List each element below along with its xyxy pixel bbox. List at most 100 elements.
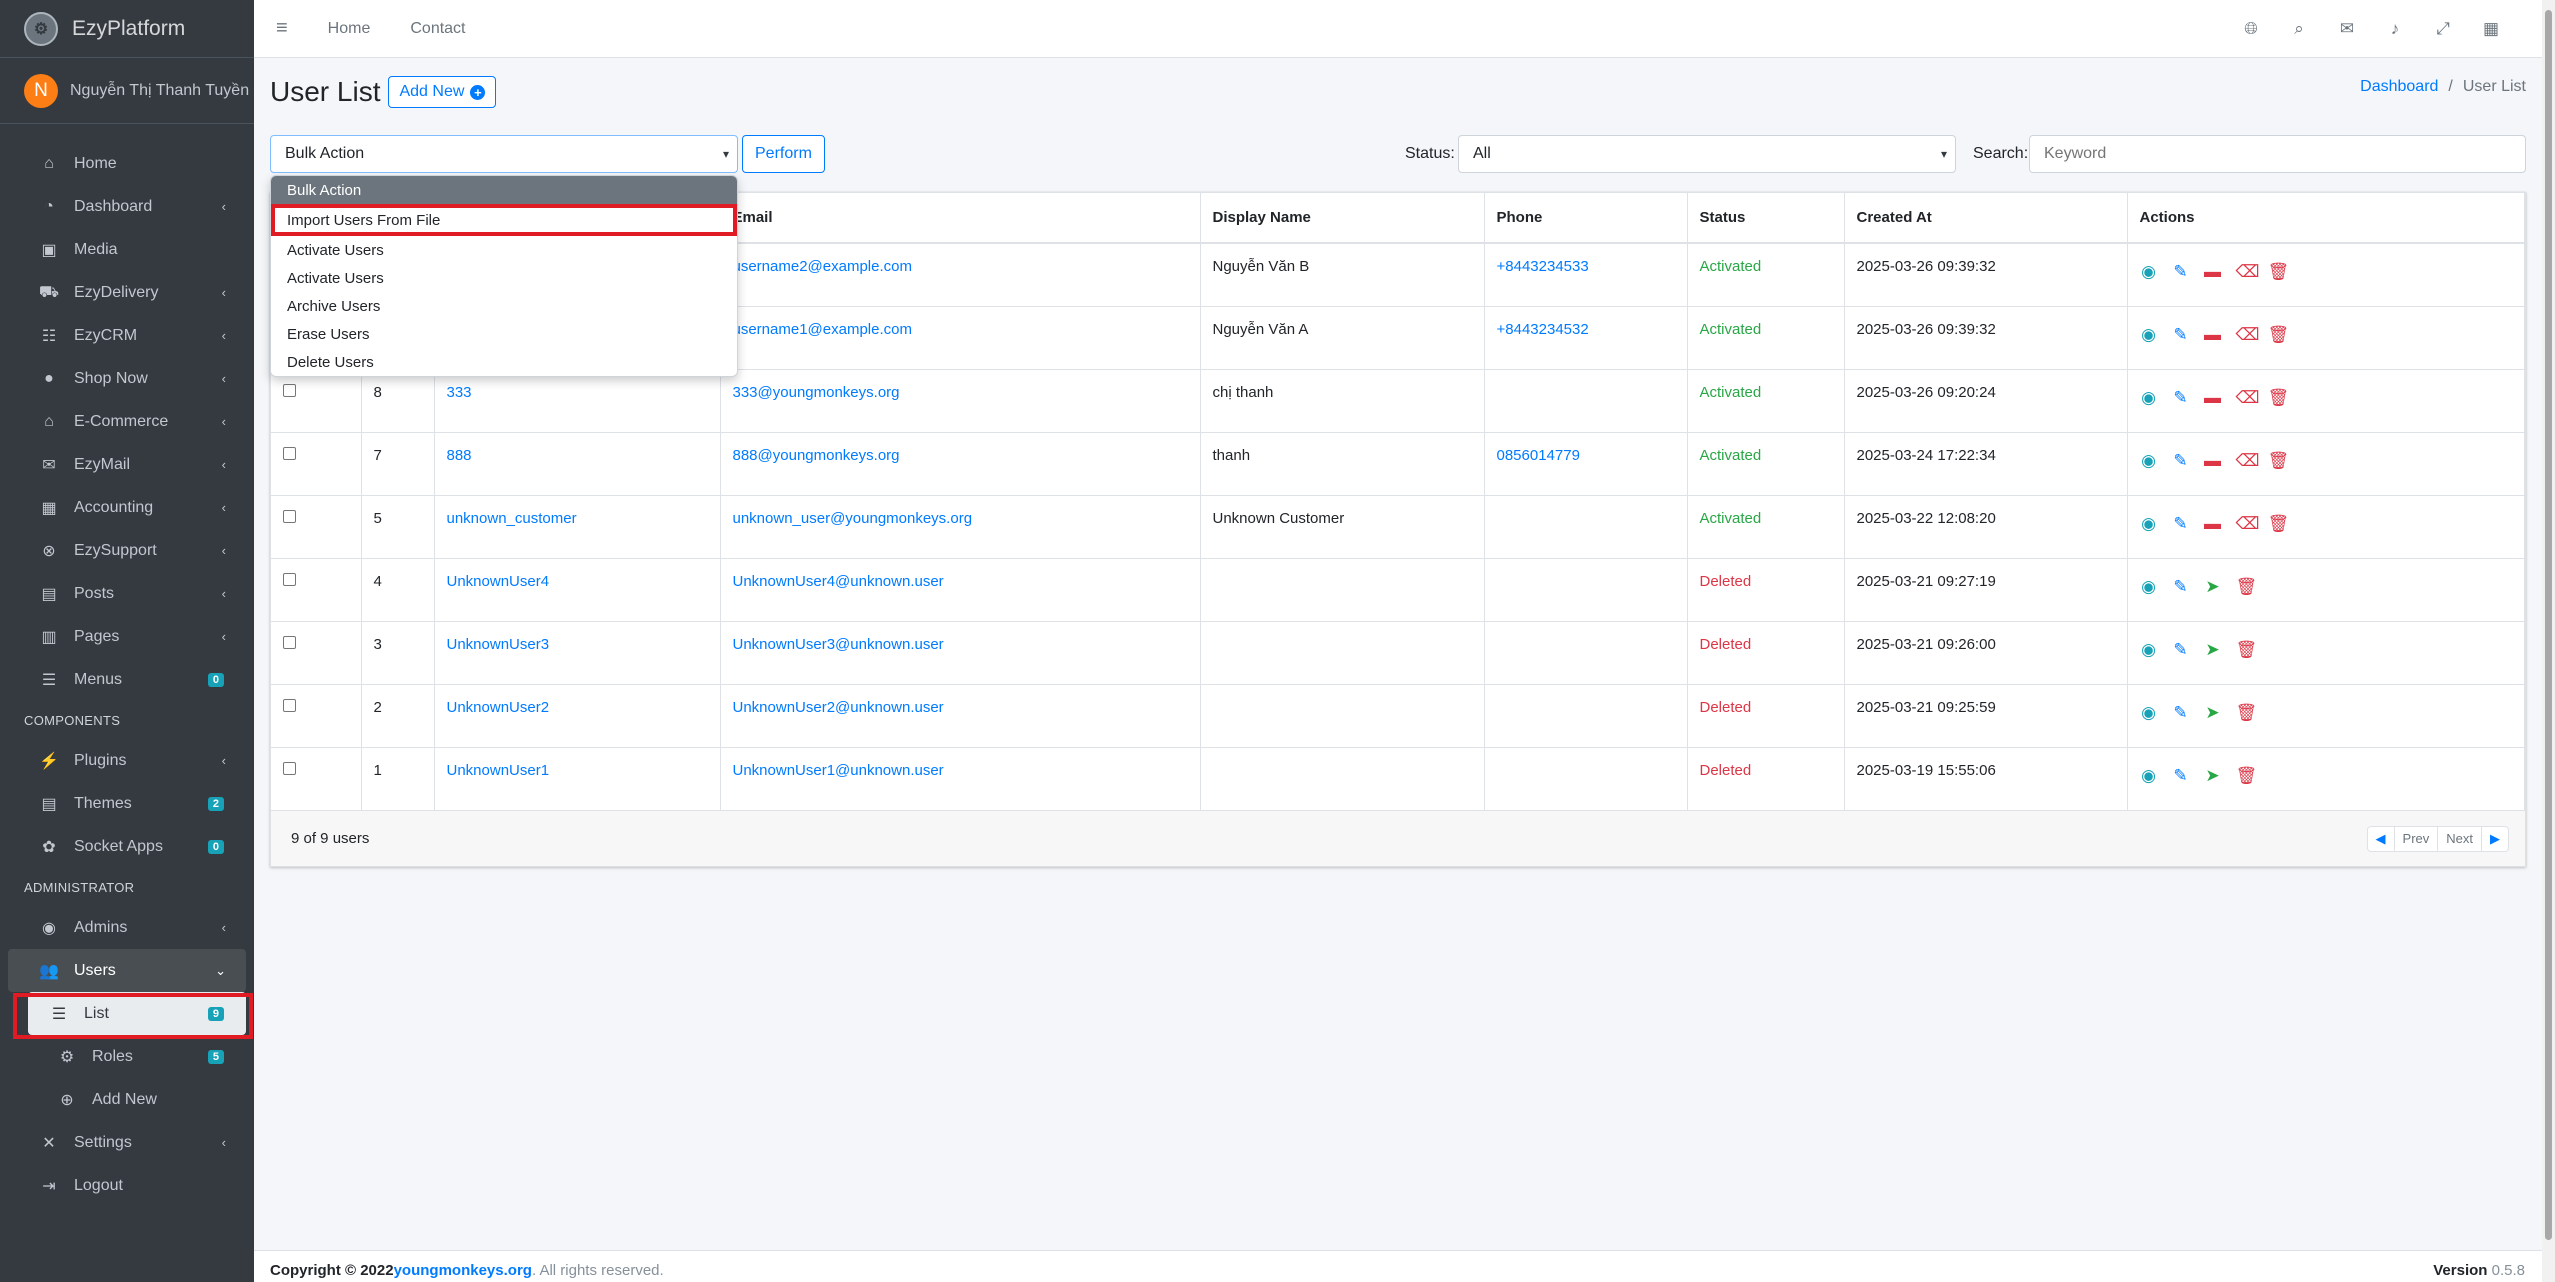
eraser-icon[interactable]: ⌫ bbox=[2236, 451, 2260, 471]
status-select[interactable]: All ▾ bbox=[1458, 135, 1956, 173]
edit-icon[interactable]: ✎ bbox=[2172, 262, 2190, 282]
row-checkbox[interactable] bbox=[283, 572, 296, 586]
eraser-icon[interactable]: ⌫ bbox=[2236, 325, 2260, 345]
sidebar-item-dashboard[interactable]: ◔ Dashboard ‹ bbox=[8, 185, 246, 228]
sidebar-item-users-add-new[interactable]: ⊕ Add New bbox=[8, 1078, 246, 1121]
next-button[interactable]: Next bbox=[2438, 826, 2482, 851]
username-link[interactable]: unknown_customer bbox=[447, 510, 577, 527]
sidebar-item-admins[interactable]: ◉ Admins ‹ bbox=[8, 906, 246, 949]
email-link[interactable]: username2@example.com bbox=[733, 258, 912, 275]
email-link[interactable]: UnknownUser4@unknown.user bbox=[733, 573, 944, 590]
username-link[interactable]: 888 bbox=[447, 447, 472, 464]
user-panel[interactable]: N Nguyễn Thị Thanh Tuyền bbox=[0, 58, 254, 124]
row-checkbox[interactable] bbox=[283, 635, 296, 649]
username-link[interactable]: UnknownUser1 bbox=[447, 762, 550, 779]
email-link[interactable]: unknown_user@youngmonkeys.org bbox=[733, 510, 973, 527]
globe-icon[interactable]: 🌐︎ bbox=[2227, 19, 2275, 39]
phone-link[interactable]: +8443234532 bbox=[1497, 321, 1589, 338]
restore-icon[interactable]: ➤ bbox=[2204, 766, 2222, 786]
nav-link-contact[interactable]: Contact bbox=[410, 20, 465, 38]
trash-icon[interactable]: 🗑︎ bbox=[2236, 577, 2258, 597]
row-checkbox[interactable] bbox=[283, 761, 296, 775]
dropdown-option[interactable]: Bulk Action bbox=[271, 176, 737, 204]
dropdown-option[interactable]: Import Users From File bbox=[271, 204, 737, 236]
page-scrollbar[interactable] bbox=[2542, 0, 2555, 1282]
hamburger-menu-icon[interactable]: ≡ bbox=[276, 17, 288, 40]
edit-icon[interactable]: ✎ bbox=[2172, 325, 2190, 345]
brand[interactable]: ⚙ EzyPlatform bbox=[0, 0, 254, 58]
sidebar-item-users-roles[interactable]: ⚙ Roles 5 bbox=[8, 1035, 246, 1078]
email-link[interactable]: UnknownUser2@unknown.user bbox=[733, 699, 944, 716]
sidebar-item-shop-now[interactable]: ● Shop Now ‹ bbox=[8, 357, 246, 400]
view-icon[interactable]: ◉ bbox=[2140, 262, 2158, 282]
phone-link[interactable]: 0856014779 bbox=[1497, 447, 1580, 464]
dropdown-option[interactable]: Delete Users bbox=[271, 348, 737, 376]
dropdown-option[interactable]: Erase Users bbox=[271, 320, 737, 348]
restore-icon[interactable]: ➤ bbox=[2204, 640, 2222, 660]
trash-icon[interactable]: 🗑︎ bbox=[2268, 388, 2290, 408]
last-page-icon[interactable]: ▶ bbox=[2482, 827, 2508, 851]
row-checkbox[interactable] bbox=[283, 509, 296, 523]
add-new-button[interactable]: Add New + bbox=[388, 76, 497, 108]
eraser-icon[interactable]: ⌫ bbox=[2236, 514, 2260, 534]
archive-icon[interactable]: ▬ bbox=[2204, 388, 2222, 408]
scrollbar-thumb[interactable] bbox=[2545, 10, 2552, 1240]
view-icon[interactable]: ◉ bbox=[2140, 451, 2158, 471]
edit-icon[interactable]: ✎ bbox=[2172, 388, 2190, 408]
edit-icon[interactable]: ✎ bbox=[2172, 640, 2190, 660]
sidebar-item-accounting[interactable]: ▦ Accounting ‹ bbox=[8, 486, 246, 529]
search-icon[interactable]: ⌕ bbox=[2275, 19, 2323, 39]
email-link[interactable]: 888@youngmonkeys.org bbox=[733, 447, 900, 464]
username-link[interactable]: UnknownUser4 bbox=[447, 573, 550, 590]
dropdown-option[interactable]: Activate Users bbox=[271, 264, 737, 292]
email-link[interactable]: username1@example.com bbox=[733, 321, 912, 338]
fullscreen-icon[interactable]: ⤢ bbox=[2419, 19, 2467, 39]
sidebar-item-socket-apps[interactable]: ✿ Socket Apps 0 bbox=[8, 825, 246, 868]
user-name[interactable]: Nguyễn Thị Thanh Tuyền bbox=[70, 82, 249, 100]
row-checkbox[interactable] bbox=[283, 383, 296, 397]
row-checkbox[interactable] bbox=[283, 698, 296, 712]
first-page-icon[interactable]: ◀ bbox=[2368, 826, 2395, 851]
dropdown-option[interactable]: Archive Users bbox=[271, 292, 737, 320]
view-icon[interactable]: ◉ bbox=[2140, 388, 2158, 408]
email-link[interactable]: 333@youngmonkeys.org bbox=[733, 384, 900, 401]
archive-icon[interactable]: ▬ bbox=[2204, 262, 2222, 282]
sidebar-item-ezysupport[interactable]: ⊗ EzySupport ‹ bbox=[8, 529, 246, 572]
trash-icon[interactable]: 🗑︎ bbox=[2268, 514, 2290, 534]
trash-icon[interactable]: 🗑︎ bbox=[2236, 766, 2258, 786]
sidebar-item-ezydelivery[interactable]: ⛟ EzyDelivery ‹ bbox=[8, 271, 246, 314]
view-icon[interactable]: ◉ bbox=[2140, 766, 2158, 786]
perform-button[interactable]: Perform bbox=[742, 135, 825, 173]
edit-icon[interactable]: ✎ bbox=[2172, 766, 2190, 786]
sidebar-item-posts[interactable]: ▤ Posts ‹ bbox=[8, 572, 246, 615]
col-created-at[interactable]: Created At bbox=[1844, 193, 2128, 244]
sidebar-item-users[interactable]: 👥 Users ⌄ bbox=[8, 949, 246, 992]
edit-icon[interactable]: ✎ bbox=[2172, 577, 2190, 597]
prev-button[interactable]: Prev bbox=[2395, 826, 2439, 851]
sidebar-item-ezymail[interactable]: ✉ EzyMail ‹ bbox=[8, 443, 246, 486]
sidebar-item-ezycrm[interactable]: ☷ EzyCRM ‹ bbox=[8, 314, 246, 357]
col-email[interactable]: Email bbox=[720, 193, 1201, 244]
search-input[interactable] bbox=[2029, 135, 2526, 173]
bell-icon[interactable]: ♪ bbox=[2371, 19, 2419, 39]
edit-icon[interactable]: ✎ bbox=[2172, 451, 2190, 471]
eraser-icon[interactable]: ⌫ bbox=[2236, 388, 2260, 408]
sidebar-item-e-commerce[interactable]: ⌂ E-Commerce ‹ bbox=[8, 400, 246, 443]
phone-link[interactable]: +8443234533 bbox=[1497, 258, 1589, 275]
username-link[interactable]: UnknownUser2 bbox=[447, 699, 550, 716]
view-icon[interactable]: ◉ bbox=[2140, 577, 2158, 597]
nav-link-home[interactable]: Home bbox=[328, 20, 371, 38]
bulk-action-select[interactable]: Bulk Action ▾ bbox=[270, 135, 738, 173]
view-icon[interactable]: ◉ bbox=[2140, 514, 2158, 534]
trash-icon[interactable]: 🗑︎ bbox=[2236, 640, 2258, 660]
sidebar-item-pages[interactable]: ▥ Pages ‹ bbox=[8, 615, 246, 658]
trash-icon[interactable]: 🗑︎ bbox=[2268, 262, 2290, 282]
edit-icon[interactable]: ✎ bbox=[2172, 703, 2190, 723]
restore-icon[interactable]: ➤ bbox=[2204, 703, 2222, 723]
restore-icon[interactable]: ➤ bbox=[2204, 577, 2222, 597]
username-link[interactable]: UnknownUser3 bbox=[447, 636, 550, 653]
archive-icon[interactable]: ▬ bbox=[2204, 514, 2222, 534]
view-icon[interactable]: ◉ bbox=[2140, 703, 2158, 723]
view-icon[interactable]: ◉ bbox=[2140, 640, 2158, 660]
col-status[interactable]: Status bbox=[1687, 193, 1845, 244]
